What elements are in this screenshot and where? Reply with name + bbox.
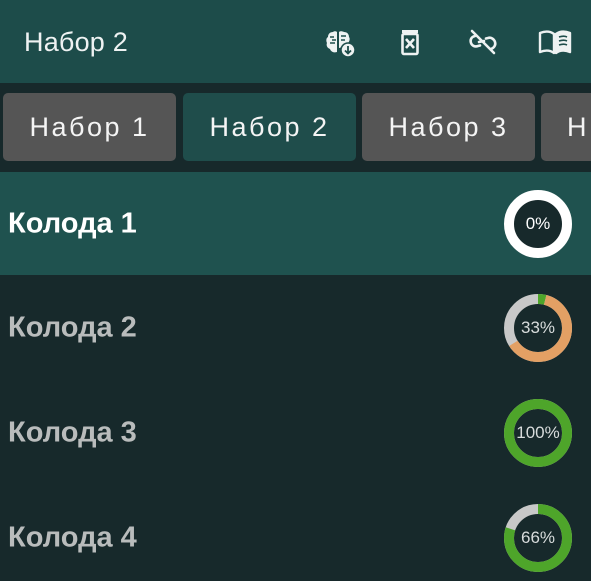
deck-row[interactable]: Колода 4 66% bbox=[0, 485, 591, 581]
brain-download-button[interactable] bbox=[320, 22, 360, 62]
progress-label: 33% bbox=[520, 317, 556, 337]
deck-list: Колода 1 0% Колода 2 33% Колода 3 100% К… bbox=[0, 172, 591, 581]
brain-download-icon bbox=[324, 26, 356, 58]
progress-label: 0% bbox=[525, 213, 551, 233]
tab-set-3[interactable]: Набор 3 bbox=[362, 93, 535, 161]
progress-ring: 66% bbox=[504, 503, 572, 572]
deck-set-tabs: Набор 1 Набор 2 Набор 3 Н bbox=[0, 83, 591, 172]
deck-row[interactable]: Колода 3 100% bbox=[0, 380, 591, 485]
top-app-bar: Набор 2 bbox=[0, 0, 591, 83]
tab-set-2[interactable]: Набор 2 bbox=[183, 93, 356, 161]
tab-set-1[interactable]: Набор 1 bbox=[3, 93, 176, 161]
deck-row[interactable]: Колода 1 0% bbox=[0, 172, 591, 275]
deck-row[interactable]: Колода 2 33% bbox=[0, 275, 591, 380]
page-title: Набор 2 bbox=[24, 27, 128, 57]
progress-ring: 0% bbox=[504, 189, 572, 258]
delete-box-icon bbox=[395, 27, 425, 57]
deck-name: Колода 2 bbox=[8, 311, 137, 343]
delete-deck-button[interactable] bbox=[390, 22, 430, 62]
deck-name: Колода 4 bbox=[8, 521, 137, 553]
app-screen: Набор 2 Набор 1 Набор 2 Набор 3 Н Колода… bbox=[0, 0, 591, 581]
progress-label: 100% bbox=[516, 422, 560, 442]
progress-ring: 100% bbox=[504, 398, 572, 467]
book-open-icon bbox=[537, 27, 573, 57]
open-book-button[interactable] bbox=[535, 22, 575, 62]
link-off-icon bbox=[467, 26, 499, 58]
deck-name: Колода 3 bbox=[8, 416, 137, 448]
progress-label: 66% bbox=[520, 527, 556, 547]
deck-name: Колода 1 bbox=[8, 207, 137, 239]
unlink-button[interactable] bbox=[463, 22, 503, 62]
progress-ring: 33% bbox=[504, 293, 572, 362]
tab-set-4[interactable]: Н bbox=[541, 93, 591, 161]
